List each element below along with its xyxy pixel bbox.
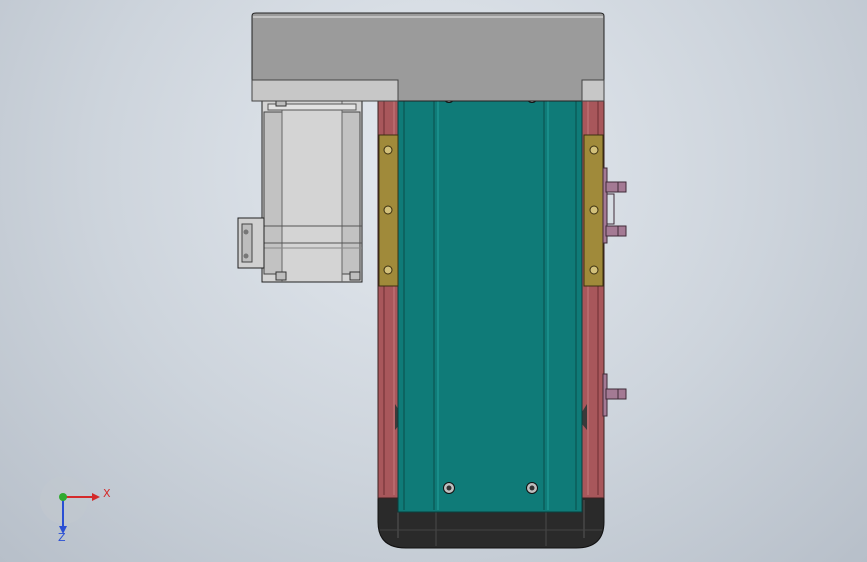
sensor-fixture-lower[interactable] <box>602 373 627 417</box>
top-mount-plate[interactable] <box>251 12 605 102</box>
right-bracket[interactable] <box>583 134 604 287</box>
sensor-fixture-upper[interactable] <box>602 167 627 244</box>
carriage[interactable] <box>397 79 583 513</box>
cad-viewport[interactable]: X Z <box>0 0 867 562</box>
motor-connector[interactable] <box>237 217 265 269</box>
left-bracket[interactable] <box>378 134 399 287</box>
z-axis-label: Z <box>58 531 66 544</box>
stepper-motor[interactable] <box>261 97 363 283</box>
linear-module-model[interactable] <box>0 0 867 562</box>
x-axis-label: X <box>103 487 111 500</box>
